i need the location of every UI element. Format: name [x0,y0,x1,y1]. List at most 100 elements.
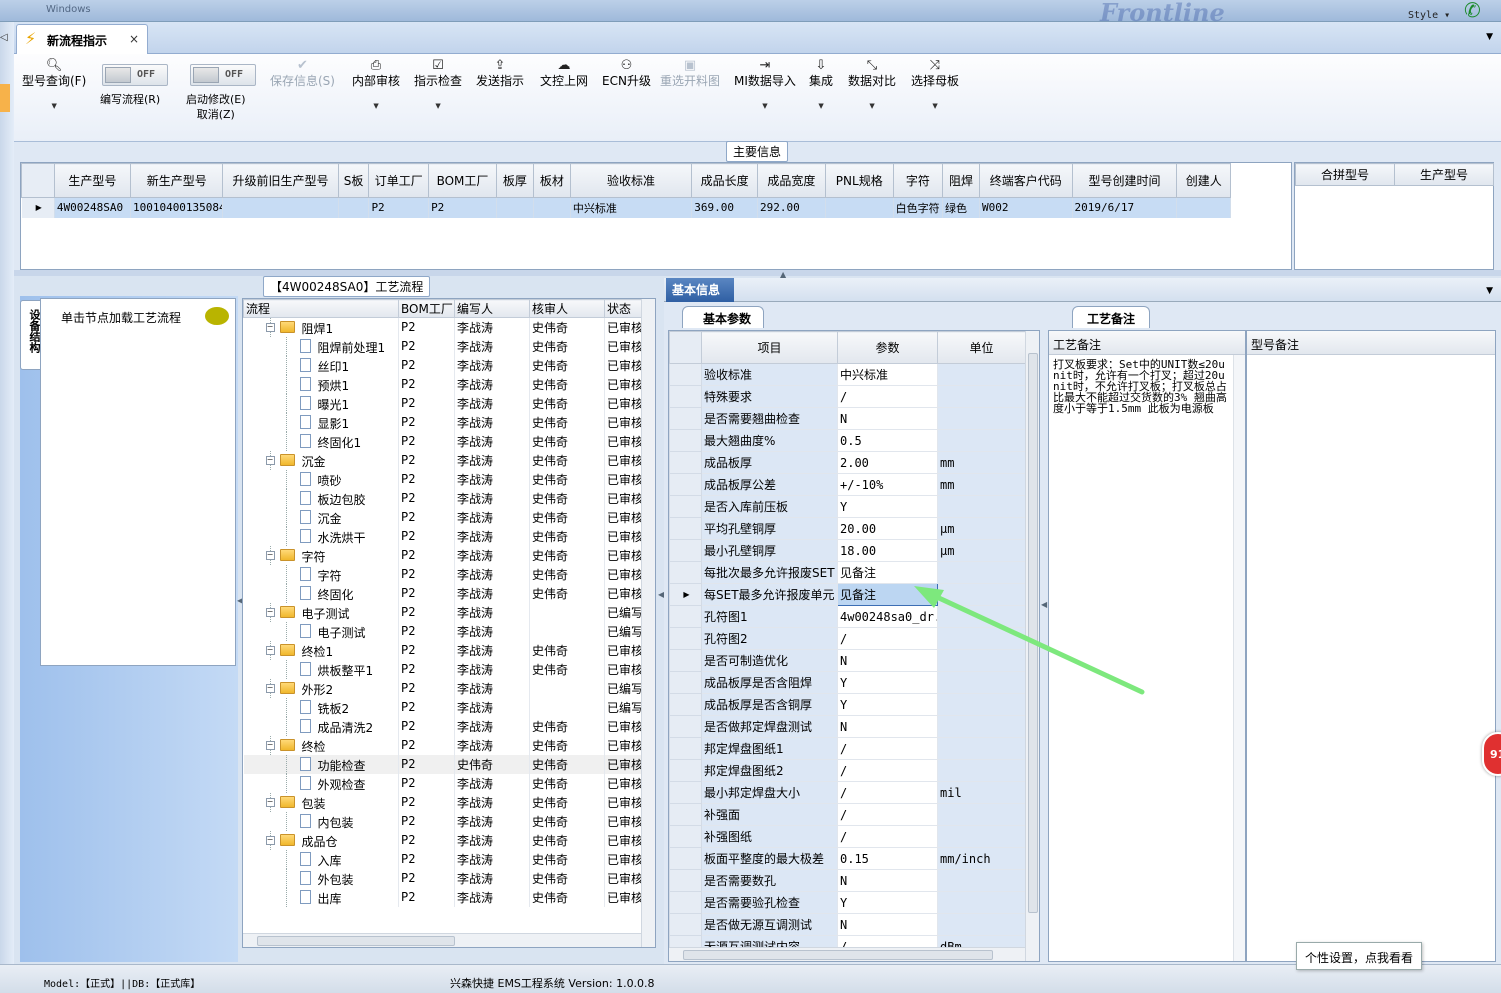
param-unit-cell[interactable] [937,561,1026,584]
table-cell[interactable]: 4W00248SA0 [54,197,131,218]
bom-factory-cell[interactable]: P2 [398,374,455,394]
tree-row[interactable]: 字符 P2 李战涛 史伟奇 已审核 [243,564,642,584]
param-value-cell[interactable]: / [837,627,938,650]
status-cell[interactable]: 已审核 [604,431,642,451]
reviewer-cell[interactable] [529,678,605,698]
row-header[interactable] [669,847,702,870]
param-value-cell[interactable]: / [837,759,938,782]
status-cell[interactable]: 已审核 [604,469,642,489]
param-item-cell[interactable]: 成品板厚公差 [701,473,838,496]
status-cell[interactable]: 已审核 [604,450,642,470]
status-cell[interactable]: 已审核 [604,830,642,850]
bom-factory-cell[interactable]: P2 [398,659,455,679]
param-value-cell[interactable]: / [837,385,938,408]
writer-cell[interactable]: 李战涛 [454,336,530,356]
reviewer-cell[interactable]: 史伟奇 [529,640,605,660]
write-flow-toggle[interactable]: OFF [102,64,168,86]
tree-node-label[interactable]: 成品仓 [302,833,338,850]
bom-factory-cell[interactable]: P2 [398,811,455,831]
tree-row[interactable]: 预烘1 P2 李战涛 史伟奇 已审核 [243,374,642,394]
tree-node-label[interactable]: 终检1 [302,643,334,660]
param-unit-cell[interactable] [937,671,1026,694]
tree-node[interactable]: 板边包胶 [243,488,399,508]
bom-factory-cell[interactable]: P2 [398,583,455,603]
tree-row[interactable]: 外包装 P2 李战涛 史伟奇 已审核 [243,868,642,888]
tree-row[interactable]: 曝光1 P2 李战涛 史伟奇 已审核 [243,393,642,413]
tab-dropdown-icon[interactable]: ▼ [1486,32,1493,42]
tree-node[interactable]: 终固化 [243,583,399,603]
status-cell[interactable]: 已编写 [604,621,642,641]
tree-row[interactable]: − 阻焊1 P2 李战涛 史伟奇 已审核 [243,317,642,337]
reviewer-cell[interactable]: 史伟奇 [529,336,605,356]
tree-node[interactable]: 外包装 [243,868,399,888]
internal-review-label[interactable]: 内部审核 [352,74,400,89]
tree-row[interactable]: 成品清洗2 P2 李战涛 史伟奇 已审核 [243,716,642,736]
integrate-button[interactable]: ⇩ 集成 ▼ [809,58,833,114]
toggle-knob[interactable] [193,67,219,83]
param-col-header[interactable]: 单位 [937,331,1026,364]
param-item-cell[interactable]: 验收标准 [701,363,838,386]
reviewer-cell[interactable]: 史伟奇 [529,583,605,603]
param-unit-cell[interactable] [937,385,1026,408]
param-row[interactable]: 验收标准 中兴标准 [669,363,1026,386]
param-unit-cell[interactable]: mil [937,781,1026,804]
param-unit-cell[interactable] [937,583,1026,606]
tree-row[interactable]: 终固化 P2 李战涛 史伟奇 已审核 [243,583,642,603]
param-unit-cell[interactable] [937,913,1026,936]
select-mother-board-button[interactable]: ⤨ 选择母板 ▼ [911,58,959,114]
flow-col-header[interactable]: BOM工厂 [398,299,455,318]
process-flow-tree[interactable]: 流程 BOM工厂 编写人 核审人 状态 − 阻焊1 P2 李战涛 史伟奇 已审核 阻焊前处理1 P2 李… [242,298,656,948]
main-col-header[interactable]: 阻焊 [942,163,981,198]
writer-cell[interactable]: 李战涛 [454,735,530,755]
tree-row[interactable]: 丝印1 P2 李战涛 史伟奇 已审核 [243,355,642,375]
writer-cell[interactable]: 李战涛 [454,526,530,546]
writer-cell[interactable]: 李战涛 [454,621,530,641]
instruction-check-label[interactable]: 指示检查 [414,74,462,89]
row-header[interactable] [669,715,702,738]
merge-model-grid[interactable]: 合拼型号 生产型号 [1294,162,1494,270]
reviewer-cell[interactable]: 史伟奇 [529,526,605,546]
collapse-toggle-icon[interactable]: − [265,323,275,332]
tree-row[interactable]: 内包装 P2 李战涛 史伟奇 已审核 [243,811,642,831]
tree-node[interactable]: − 电子测试 [243,602,399,622]
param-item-cell[interactable]: 补强图纸 [701,825,838,848]
tree-row[interactable]: − 字符 P2 李战涛 史伟奇 已审核 [243,545,642,565]
row-header[interactable] [669,913,702,936]
internal-review-button[interactable]: ⎙ 内部审核 ▼ [352,58,400,114]
bom-factory-cell[interactable]: P2 [398,678,455,698]
param-unit-cell[interactable]: mm [937,451,1026,474]
reselect-cut-button[interactable]: ▣ 重选开料图 [660,58,720,89]
tree-node[interactable]: 铣板2 [243,697,399,717]
tree-node-label[interactable]: 成品清洗2 [318,719,374,736]
status-cell[interactable]: 已审核 [604,716,642,736]
reviewer-cell[interactable]: 史伟奇 [529,412,605,432]
tab-label[interactable]: 新流程指示 [47,34,107,48]
bom-factory-cell[interactable]: P2 [398,526,455,546]
param-value-cell[interactable]: N [837,913,938,936]
main-col-header[interactable]: PNL规格 [824,163,894,198]
status-cell[interactable]: 已审核 [604,640,642,660]
bom-factory-cell[interactable]: P2 [398,412,455,432]
tree-node-label[interactable]: 预烘1 [318,377,350,394]
data-compare-label[interactable]: 数据对比 [848,74,896,89]
param-item-cell[interactable]: 是否做无源互调测试 [701,913,838,936]
param-row[interactable]: 特殊要求 / [669,385,1026,408]
param-unit-cell[interactable] [937,495,1026,518]
horizontal-splitter[interactable] [14,270,1501,276]
main-col-header[interactable]: 成品宽度 [756,163,826,198]
bom-factory-cell[interactable]: P2 [398,602,455,622]
param-unit-cell[interactable] [937,605,1026,628]
model-query-label[interactable]: 型号查询(F) [22,74,86,89]
bom-factory-cell[interactable]: P2 [398,317,455,337]
writer-cell[interactable]: 李战涛 [454,469,530,489]
param-value-cell[interactable]: Y [837,495,938,518]
tree-row[interactable]: 沉金 P2 李战涛 史伟奇 已审核 [243,507,642,527]
table-cell[interactable]: 2019/6/17 [1072,197,1178,218]
flow-vertical-scrollbar[interactable] [641,299,655,947]
writer-cell[interactable]: 李战涛 [454,412,530,432]
param-item-cell[interactable]: 最小孔壁铜厚 [701,539,838,562]
param-row[interactable]: 最小邦定焊盘大小 / mil [669,781,1026,804]
row-header[interactable] [669,781,702,804]
param-item-cell[interactable]: 是否入库前压板 [701,495,838,518]
chevron-down-icon[interactable]: ▼ [22,99,86,114]
